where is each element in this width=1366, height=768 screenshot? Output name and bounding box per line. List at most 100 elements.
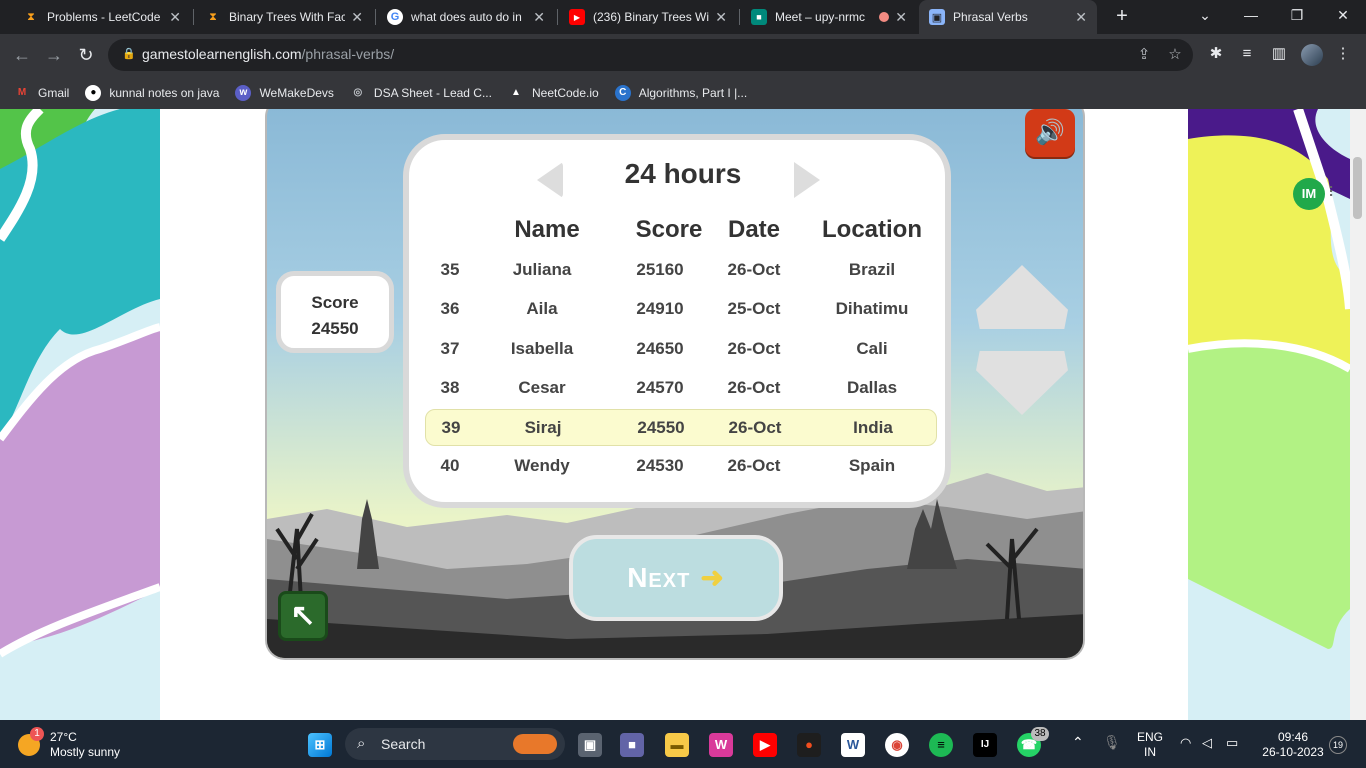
chrome-icon[interactable]: ◉ [885,733,909,757]
battery-icon[interactable]: ▭ [1226,735,1238,750]
forward-button[interactable]: → [42,43,66,67]
location-cell: Spain [848,456,896,475]
microphone-icon[interactable]: 🎙 [1103,735,1121,750]
close-icon[interactable]: ✕ [351,9,363,26]
rank-cell: 35 [440,260,460,279]
next-label: Next [627,562,691,593]
globe-icon: ◎ [353,87,363,98]
score-panel: Score 24550 [276,271,394,353]
score-cell: 24550 [637,418,685,437]
bookmark-kunnal-notes[interactable]: ● kunnal notes on java [85,84,219,101]
score-cell: 25160 [636,260,684,279]
wps-office-icon[interactable]: W [709,733,733,757]
scrollbar-thumb[interactable] [1353,157,1362,219]
back-button[interactable]: ← [10,43,34,67]
tab-google-search[interactable]: G what does auto do in ✕ [377,0,555,34]
drag-handle-icon[interactable]: ⠇ [1328,184,1338,201]
sound-toggle-button[interactable]: 🔊 [1025,109,1075,157]
name-cell: Isabella [510,339,574,358]
bookmark-wemakedevs[interactable]: w WeMakeDevs [235,84,334,101]
bookmark-neetcode[interactable]: ▲ NeetCode.io [508,85,599,101]
reload-button[interactable]: ↻ [74,43,98,67]
name-cell: Juliana [512,260,572,279]
word-icon[interactable]: W [841,733,865,757]
close-icon[interactable]: ✕ [533,9,545,26]
volume-icon[interactable]: ◁ [1202,735,1212,750]
language-indicator[interactable]: ENG IN [1135,730,1165,760]
spotify-icon[interactable]: ≡ [929,733,953,757]
tab-separator [375,9,376,25]
right-decoration [1187,109,1355,720]
address-bar[interactable]: 🔒 gamestolearnenglish.com/phrasal-verbs/… [108,39,1193,71]
figma-icon[interactable]: ● [797,733,821,757]
youtube-icon: ▶ [569,9,585,25]
clock-time: 09:46 [1277,730,1309,744]
close-icon[interactable]: ✕ [895,9,907,26]
extensions-icon[interactable]: ✱ [1205,43,1227,65]
tab-youtube[interactable]: ▶ (236) Binary Trees Wit ✕ [559,0,737,34]
date-cell: 26-Oct [727,339,781,358]
bookmark-dsa-sheet[interactable]: ◎ DSA Sheet - Lead C... [350,85,492,101]
leetcode-icon: ⧗ [27,10,35,23]
name-cell: Siraj [524,418,562,437]
tab-problems-leetcode[interactable]: ⧗ Problems - LeetCode ✕ [13,0,191,34]
close-icon[interactable]: ✕ [1075,9,1087,26]
left-wave-art [0,109,162,658]
notification-count-badge[interactable]: 19 [1329,736,1347,754]
close-icon[interactable]: ✕ [715,9,727,26]
tab-title: Binary Trees With Fact [229,10,346,24]
share-icon[interactable]: ⇪ [1134,45,1154,65]
toolbar: ← → ↻ 🔒 gamestolearnenglish.com/phrasal-… [0,34,1366,76]
clock[interactable]: 09:46 26-10-2023 [1256,730,1330,760]
bookmark-algorithms[interactable]: C Algorithms, Part I |... [614,84,748,101]
bookmark-star-icon[interactable]: ☆ [1165,45,1185,65]
url-text: gamestolearnenglish.com/phrasal-verbs/ [142,46,394,62]
close-window-button[interactable]: ✕ [1320,0,1366,30]
score-value: 24550 [311,319,359,338]
browser-chrome: ⧗ Problems - LeetCode ✕ ⧗ Binary Trees W… [0,0,1366,109]
arrow-right-icon: ➜ [700,562,725,593]
chevron-up-icon[interactable]: ⌃ [1072,735,1084,750]
rank-cell: 40 [440,456,460,475]
tab-phrasal-verbs[interactable]: ▣ Phrasal Verbs ✕ [919,0,1097,34]
profile-avatar[interactable] [1301,44,1323,66]
leaderboard-row: 40 Wendy 24530 26-Oct Spain [425,448,937,485]
date-cell: 26-Oct [727,260,781,279]
restore-button[interactable]: ❐ [1274,0,1320,30]
location-cell: Cali [856,339,888,358]
url-domain: gamestolearnenglish.com [142,46,302,62]
minimize-button[interactable]: — [1228,0,1274,30]
score-cell: 24650 [636,339,684,358]
location-cell: Dallas [846,378,898,397]
tab-meet[interactable]: ■ Meet – upy-nrmc ✕ [741,0,917,34]
leaderboard-row-current-player: 39 Siraj 24550 26-Oct India [425,409,937,446]
close-icon[interactable]: ✕ [169,9,181,26]
tab-search-icon[interactable]: ⌄ [1182,0,1228,30]
tab-separator [193,9,194,25]
im-extension-badge[interactable]: IM [1293,178,1325,210]
side-panel-icon[interactable]: ▥ [1268,43,1290,65]
task-view-icon[interactable]: ▣ [578,733,602,757]
period-title: 24 hours [624,158,742,189]
new-tab-button[interactable]: + [1110,5,1134,29]
exit-game-button[interactable]: ↖ [278,591,328,641]
menu-icon[interactable]: ⋮ [1332,43,1354,65]
score-cell: 24910 [636,299,684,318]
bookmark-gmail[interactable]: M Gmail [14,85,70,101]
speaker-icon: 🔊 [1035,119,1065,146]
tab-binary-trees[interactable]: ⧗ Binary Trees With Fact ✕ [195,0,373,34]
date-cell: 25-Oct [727,299,781,318]
windows-start-icon[interactable]: ⊞ [308,733,332,757]
next-button[interactable]: Next ➜ [569,535,783,621]
taskbar-search[interactable]: ⌕ Search [345,728,565,760]
lock-icon[interactable]: 🔒 [122,47,136,61]
intellij-icon[interactable]: IJ [973,733,997,757]
bookmark-label: Algorithms, Part I |... [638,85,748,100]
column-header-date: Date [727,216,781,243]
wifi-icon[interactable]: ◠ [1180,735,1191,750]
chat-icon[interactable]: ■ [620,733,644,757]
file-explorer-icon[interactable]: ▬ [665,733,689,757]
media-icon[interactable]: ≡ [1236,43,1258,65]
youtube-app-icon[interactable]: ▶ [753,733,777,757]
bookmark-label: WeMakeDevs [259,85,334,100]
